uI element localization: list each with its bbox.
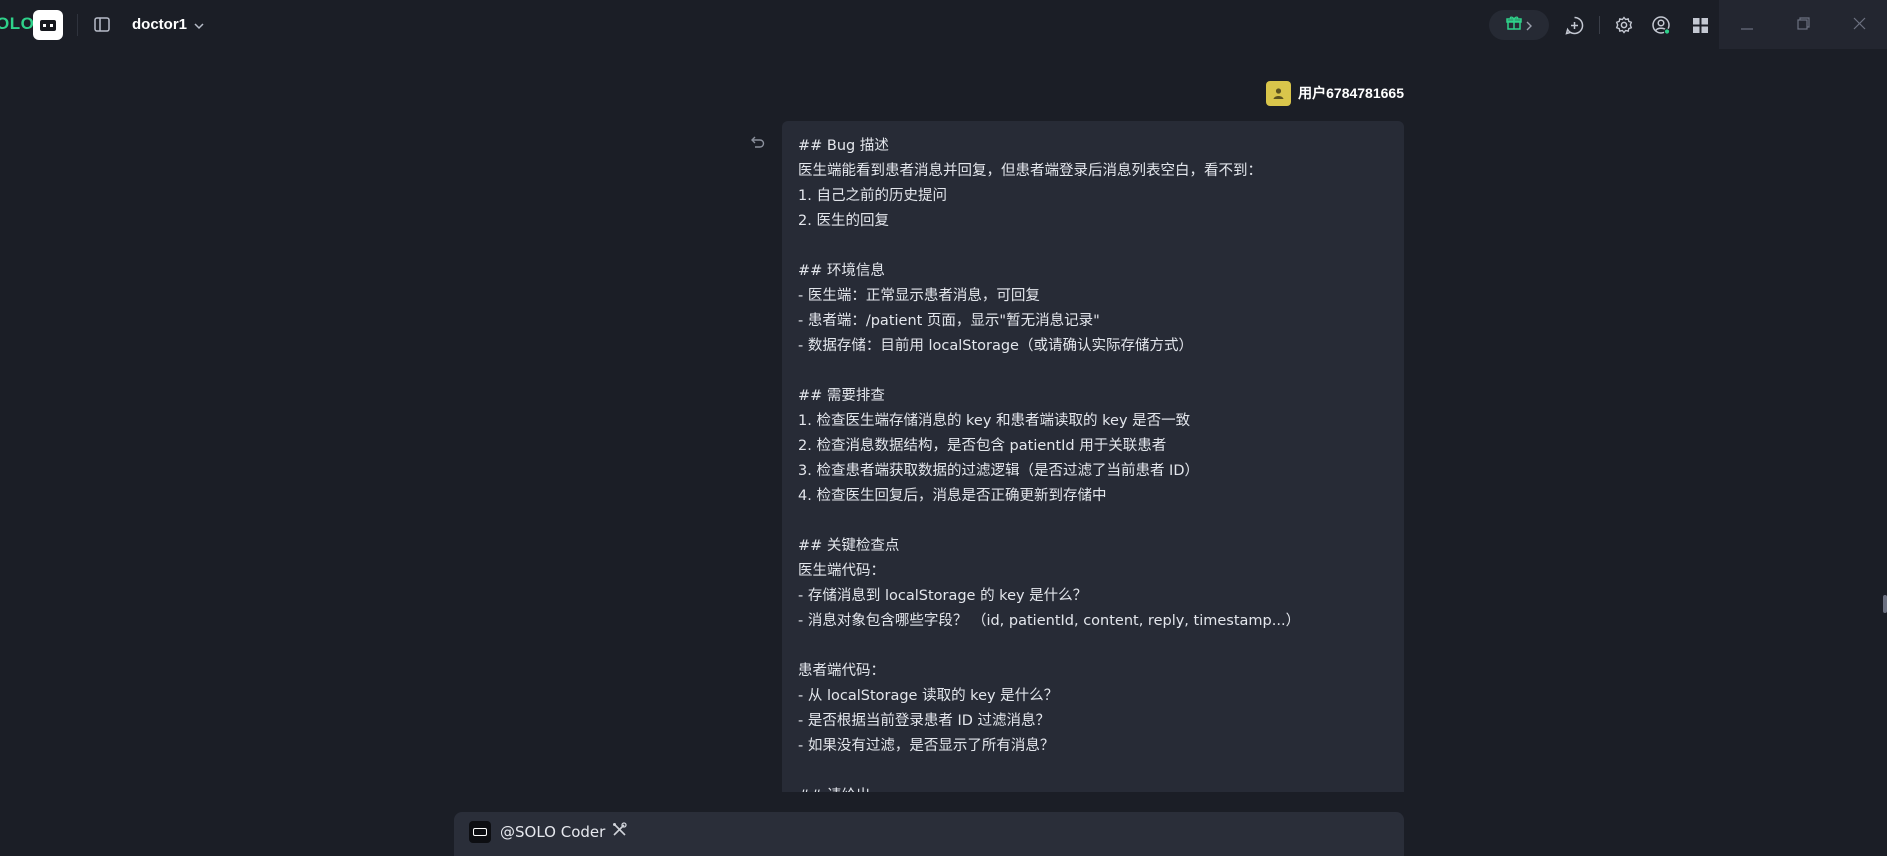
gift-button[interactable]: [1489, 10, 1549, 40]
agent-mention[interactable]: @SOLO Coder: [500, 822, 627, 841]
restore-icon: [1796, 15, 1810, 34]
message-line: ## 需要排查: [798, 388, 885, 404]
solo-logo-icon: [33, 10, 63, 40]
app-logo-text: OLO: [0, 14, 35, 33]
divider: [77, 14, 78, 36]
gift-icon: [1505, 15, 1522, 35]
message-line: [798, 634, 1390, 659]
gear-icon[interactable]: [1613, 14, 1635, 36]
message-line: [798, 509, 1390, 534]
message-line: ## 环境信息: [798, 263, 885, 279]
restore-button[interactable]: [1775, 0, 1831, 49]
message-line: 医生端代码：: [798, 563, 885, 579]
message-line: 医生端能看到患者消息并回复，但患者端登录后消息列表空白，看不到：: [798, 163, 1262, 179]
close-icon: [1853, 15, 1866, 34]
message-line: [798, 234, 1390, 259]
chat-composer[interactable]: @SOLO Coder: [454, 812, 1404, 856]
message-line: - 是否根据当前登录患者 ID 过滤消息？: [798, 713, 1050, 729]
user-message-bubble: ## Bug 描述医生端能看到患者消息并回复，但患者端登录后消息列表空白，看不到…: [782, 121, 1404, 792]
message-line: - 如果没有过滤，是否显示了所有消息？: [798, 738, 1055, 754]
close-button[interactable]: [1831, 0, 1887, 49]
message-line: - 消息对象包含哪些字段？ （id, patientId, content, r…: [798, 613, 1301, 629]
message-line: - 数据存储：目前用 localStorage（或请确认实际存储方式）: [798, 338, 1193, 354]
message-line: - 医生端：正常显示患者消息，可回复: [798, 288, 1040, 304]
message-line: 4. 检查医生回复后，消息是否正确更新到存储中: [798, 488, 1107, 504]
message-line: 患者端代码：: [798, 663, 885, 679]
message-line: ## Bug 描述: [798, 138, 889, 154]
divider: [1599, 16, 1600, 34]
user-name: 用户6784781665: [1298, 85, 1404, 101]
message-line: 2. 检查消息数据结构，是否包含 patientId 用于关联患者: [798, 438, 1167, 454]
message-line: [798, 759, 1390, 784]
message-line: 1. 检查医生端存储消息的 key 和患者端读取的 key 是否一致: [798, 413, 1191, 429]
message-line: ## 请给出: [798, 784, 1390, 792]
apps-grid-icon[interactable]: [1689, 14, 1711, 36]
scrollbar-thumb[interactable]: [1883, 595, 1887, 613]
message-line: ## 关键检查点: [798, 538, 900, 554]
sidebar-toggle-icon[interactable]: [93, 15, 111, 33]
message-line: - 存储消息到 localStorage 的 key 是什么？: [798, 588, 1088, 604]
window-controls: [1719, 0, 1887, 49]
message-line: - 患者端：/patient 页面，显示"暂无消息记录": [798, 313, 1100, 329]
message-line: 3. 检查患者端获取数据的过滤逻辑（是否过滤了当前患者 ID）: [798, 463, 1199, 479]
new-chat-icon[interactable]: [1563, 14, 1585, 36]
agent-label: @SOLO Coder: [500, 822, 606, 841]
solo-coder-icon: [469, 821, 491, 843]
message-line: - 从 localStorage 读取的 key 是什么？: [798, 688, 1059, 704]
chevron-down-icon: [194, 15, 204, 34]
project-selector[interactable]: doctor1: [132, 15, 204, 34]
minimize-button[interactable]: [1719, 0, 1775, 49]
message-line: [798, 359, 1390, 384]
minimize-icon: [1741, 15, 1753, 34]
title-bar: OLO doctor1: [0, 0, 1887, 49]
message-line: 1. 自己之前的历史提问: [798, 188, 947, 204]
chevron-right-icon: [1526, 16, 1533, 35]
tools-icon[interactable]: [612, 822, 627, 841]
avatar: [1266, 80, 1292, 106]
project-name: doctor1: [132, 16, 188, 33]
message-line: 2. 医生的回复: [798, 213, 889, 229]
message-author: 用户6784781665: [1260, 80, 1404, 106]
account-icon[interactable]: [1650, 14, 1672, 36]
undo-icon[interactable]: [749, 134, 767, 152]
